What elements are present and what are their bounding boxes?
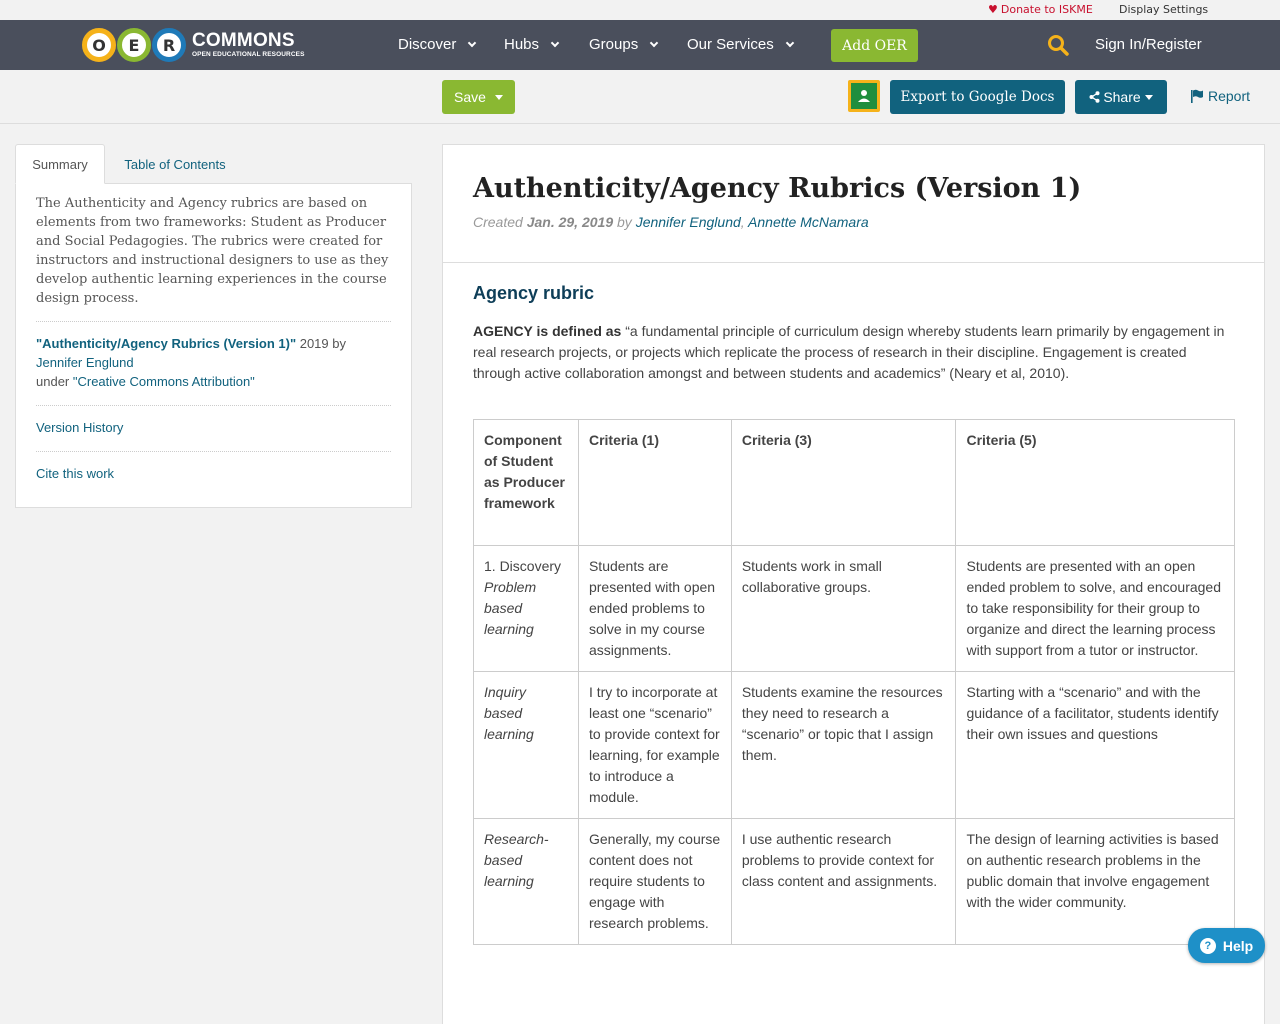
table-row: Inquiry based learning I try to incorpor… [473, 671, 1235, 819]
attribution-year: 2019 by [296, 336, 346, 351]
resource-toolbar: Save Export to Google Docs Share Report [0, 70, 1280, 124]
license-link[interactable]: "Creative Commons Attribution" [73, 374, 255, 389]
divider [36, 405, 391, 406]
criteria-3-cell: Students examine the resources they need… [730, 671, 957, 819]
tab-table-of-contents[interactable]: Table of Contents [105, 144, 245, 184]
criteria-1-cell: Students are presented with open ended p… [577, 545, 732, 672]
author-separator: , [740, 214, 749, 230]
nav-our-services[interactable]: Our Services [687, 36, 794, 53]
share-button[interactable]: Share [1075, 80, 1167, 114]
summary-text: The Authenticity and Agency rubrics are … [36, 196, 389, 306]
table-row: 1. Discovery Problem based learning Stude… [473, 545, 1235, 672]
attribution-under: under [36, 374, 73, 389]
sidebar-tabs: Summary Table of Contents [15, 144, 412, 184]
agency-rubric-table: Component of Student as Producer framewo… [473, 419, 1235, 945]
author-link-mcnamara[interactable]: Annette McNamara [748, 214, 869, 230]
criteria-1-cell: I try to incorporate at least one “scena… [577, 671, 732, 819]
row-component-cell: 1. Discovery Problem based learning [473, 545, 579, 672]
sign-in-register-link[interactable]: Sign In/Register [1095, 36, 1202, 53]
component-subtype: Research-based learning [484, 831, 549, 889]
created-meta: Created Jan. 29, 2019 by Jennifer Englun… [473, 214, 869, 230]
component-subtype: Inquiry based learning [484, 684, 534, 742]
add-oer-button[interactable]: Add OER [831, 29, 918, 62]
question-icon: ? [1199, 937, 1216, 954]
header-criteria-5: Criteria (5) [955, 419, 1235, 546]
logo-letter-r: R [152, 28, 186, 62]
search-icon[interactable] [1047, 34, 1069, 56]
main-nav: O E R COMMONS OPEN EDUCATIONAL RESOURCES… [0, 20, 1280, 70]
section-heading: Agency rubric [473, 283, 595, 303]
criteria-5-cell: Students are presented with an open ende… [955, 545, 1235, 672]
cite-this-work-link[interactable]: Cite this work [36, 466, 114, 481]
attribution-author-link[interactable]: Jennifer Englund [36, 355, 134, 370]
caret-down-icon [494, 94, 503, 100]
chevron-down-icon [785, 38, 794, 47]
header-criteria-1: Criteria (1) [577, 419, 732, 546]
table-header-row: Component of Student as Producer framewo… [473, 419, 1235, 546]
save-label: Save [454, 89, 486, 105]
logo-text: COMMONS OPEN EDUCATIONAL RESOURCES [192, 31, 305, 59]
report-button[interactable]: Report [1190, 88, 1250, 104]
chevron-down-icon [649, 38, 659, 47]
save-button[interactable]: Save [442, 80, 515, 114]
logo-word: COMMONS [192, 30, 295, 52]
row-component-cell: Inquiry based learning [473, 671, 579, 819]
help-button[interactable]: ? Help [1188, 928, 1265, 963]
oer-commons-logo[interactable]: O E R COMMONS OPEN EDUCATIONAL RESOURCES [82, 25, 305, 65]
agency-definition: AGENCY is defined as “a fundamental prin… [473, 321, 1233, 384]
report-label: Report [1208, 88, 1251, 104]
criteria-3-cell: I use authentic research problems to pro… [730, 818, 957, 945]
share-label: Share [1103, 89, 1141, 105]
created-date: Jan. 29, 2019 [526, 214, 614, 230]
logo-letter-o: O [82, 28, 116, 62]
chevron-down-icon [468, 38, 477, 47]
export-google-docs-button[interactable]: Export to Google Docs [890, 80, 1065, 114]
nav-groups-label: Groups [589, 36, 639, 53]
person-icon [858, 90, 870, 102]
heart-icon: ♥ [988, 3, 998, 16]
nav-discover-label: Discover [398, 36, 457, 53]
share-icon [1089, 91, 1100, 103]
version-history-link[interactable]: Version History [36, 420, 123, 435]
page-title: Authenticity/Agency Rubrics (Version 1) [473, 173, 1082, 204]
component-subtype: Problem based learning [484, 579, 537, 637]
resource-content: Authenticity/Agency Rubrics (Version 1) … [442, 144, 1265, 1024]
resource-header: Authenticity/Agency Rubrics (Version 1) … [443, 145, 1264, 263]
utility-bar: ♥ Donate to ISKME Display Settings [0, 0, 1280, 20]
nav-hubs[interactable]: Hubs [504, 36, 560, 53]
criteria-3-cell: Students work in small collaborative gro… [730, 545, 957, 672]
definition-term: AGENCY is defined as [473, 323, 622, 339]
header-criteria-3: Criteria (3) [730, 419, 957, 546]
header-component: Component of Student as Producer framewo… [473, 419, 579, 546]
created-label: Created [473, 214, 527, 230]
display-settings-link[interactable]: Display Settings [1119, 3, 1208, 16]
caret-down-icon [1144, 94, 1153, 100]
table-row: Research-based learning Generally, my co… [473, 818, 1235, 945]
google-classroom-icon[interactable] [848, 80, 880, 112]
flag-icon [1191, 89, 1203, 103]
criteria-5-cell: Starting with a “scenario” and with the … [955, 671, 1235, 819]
component-label: 1. Discovery [484, 558, 562, 574]
nav-our-services-label: Our Services [687, 36, 774, 53]
by-label: by [613, 214, 636, 230]
attribution-title-link[interactable]: "Authenticity/Agency Rubrics (Version 1)… [36, 336, 296, 351]
criteria-1-cell: Generally, my course content does not re… [577, 818, 732, 945]
attribution: "Authenticity/Agency Rubrics (Version 1)… [36, 334, 392, 391]
summary-panel: The Authenticity and Agency rubrics are … [15, 183, 412, 508]
logo-letter-e: E [117, 28, 151, 62]
nav-hubs-label: Hubs [504, 36, 540, 53]
donate-label: Donate to ISKME [1000, 3, 1093, 16]
divider [36, 451, 391, 452]
nav-groups[interactable]: Groups [589, 36, 659, 53]
row-component-cell: Research-based learning [473, 818, 579, 945]
logo-subtitle: OPEN EDUCATIONAL RESOURCES [192, 51, 305, 59]
criteria-5-cell: The design of learning activities is bas… [955, 818, 1235, 945]
chevron-down-icon [550, 38, 560, 47]
divider [36, 321, 391, 322]
tab-summary[interactable]: Summary [15, 144, 105, 184]
donate-link[interactable]: ♥ Donate to ISKME [988, 3, 1093, 16]
author-link-englund[interactable]: Jennifer Englund [636, 214, 741, 230]
nav-discover[interactable]: Discover [398, 36, 477, 53]
help-label: Help [1222, 937, 1254, 954]
